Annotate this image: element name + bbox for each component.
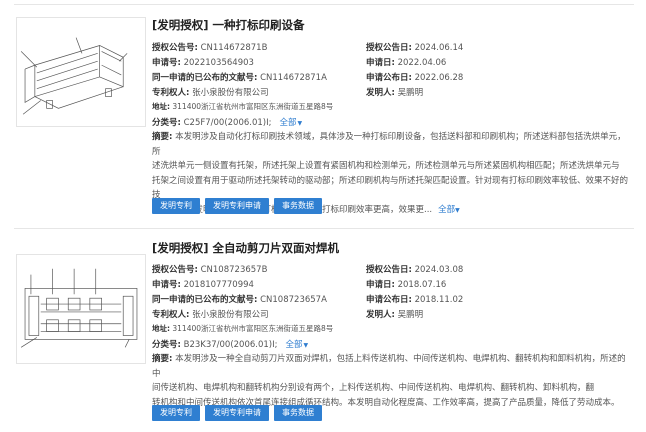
printing-machine-drawing xyxy=(20,37,128,115)
patent-application-button[interactable]: 发明专利申请 xyxy=(205,198,269,214)
classification-field: 分类号: C25F7/00(2006.01)I; 全部▼ xyxy=(152,118,303,128)
transaction-data-button[interactable]: 事务数据 xyxy=(274,405,322,421)
expand-abstract-link[interactable]: 全部▼ xyxy=(438,205,460,215)
app-no-field: 申请号: 2018107770994 xyxy=(152,280,254,290)
welding-machine-drawing xyxy=(20,268,138,348)
patent-application-button[interactable]: 发明专利申请 xyxy=(205,405,269,421)
transaction-data-button[interactable]: 事务数据 xyxy=(274,198,322,214)
address-field: 地址: 311400浙江省杭州市富阳区东洲街道五星路8号 xyxy=(152,324,334,333)
grant-pub-no-field: 授权公告号: CN108723657B xyxy=(152,265,268,275)
caret-down-icon: ▼ xyxy=(455,206,460,214)
patent-record-2: [发明授权] 全自动剪刀片双面对焊机 授权公告号: CN108723657B 授… xyxy=(0,228,646,432)
pub-date-field: 申请公布日: 2018.11.02 xyxy=(366,295,464,305)
app-date-field: 申请日: 2018.07.16 xyxy=(366,280,447,290)
classification-field: 分类号: B23K37/00(2006.01)I; 全部▼ xyxy=(152,340,309,350)
record-actions: 发明专利 发明专利申请 事务数据 xyxy=(152,405,322,421)
invention-patent-button[interactable]: 发明专利 xyxy=(152,405,200,421)
grant-date-field: 授权公告日: 2024.06.14 xyxy=(366,43,464,53)
grant-pub-no-field: 授权公告号: CN114672871B xyxy=(152,43,268,53)
patent-drawing-thumbnail[interactable] xyxy=(16,17,146,127)
divider xyxy=(14,4,634,5)
grant-date-field: 授权公告日: 2024.03.08 xyxy=(366,265,464,275)
divider xyxy=(14,228,634,229)
abstract: 摘要: 本发明涉及一种全自动剪刀片双面对焊机，包括上料传送机构、中间传送机构、电… xyxy=(152,354,626,408)
address-field: 地址: 311400浙江省杭州市富阳区东洲街道五星路8号 xyxy=(152,102,334,111)
expand-classification-link[interactable]: 全部▼ xyxy=(285,340,308,350)
inventor-field: 发明人: 吴鹏明 xyxy=(366,88,424,98)
pub-date-field: 申请公布日: 2022.06.28 xyxy=(366,73,464,83)
patent-title[interactable]: [发明授权] 全自动剪刀片双面对焊机 xyxy=(152,240,339,256)
same-app-field: 同一申请的已公布的文献号: CN114672871A xyxy=(152,73,327,83)
app-no-field: 申请号: 2022103564903 xyxy=(152,58,254,68)
patent-record-1: [发明授权] 一种打标印刷设备 授权公告号: CN114672871B 授权公告… xyxy=(0,0,646,222)
inventor-field: 发明人: 吴鹏明 xyxy=(366,310,424,320)
patentee-field: 专利权人: 张小泉股份有限公司 xyxy=(152,88,269,98)
app-date-field: 申请日: 2022.04.06 xyxy=(366,58,447,68)
patentee-field: 专利权人: 张小泉股份有限公司 xyxy=(152,310,269,320)
record-actions: 发明专利 发明专利申请 事务数据 xyxy=(152,198,322,214)
caret-down-icon: ▼ xyxy=(297,120,303,127)
patent-title[interactable]: [发明授权] 一种打标印刷设备 xyxy=(152,17,305,33)
expand-classification-link[interactable]: 全部▼ xyxy=(280,118,303,128)
caret-down-icon: ▼ xyxy=(303,342,309,349)
patent-drawing-thumbnail[interactable] xyxy=(16,254,146,364)
same-app-field: 同一申请的已公布的文献号: CN108723657A xyxy=(152,295,327,305)
invention-patent-button[interactable]: 发明专利 xyxy=(152,198,200,214)
